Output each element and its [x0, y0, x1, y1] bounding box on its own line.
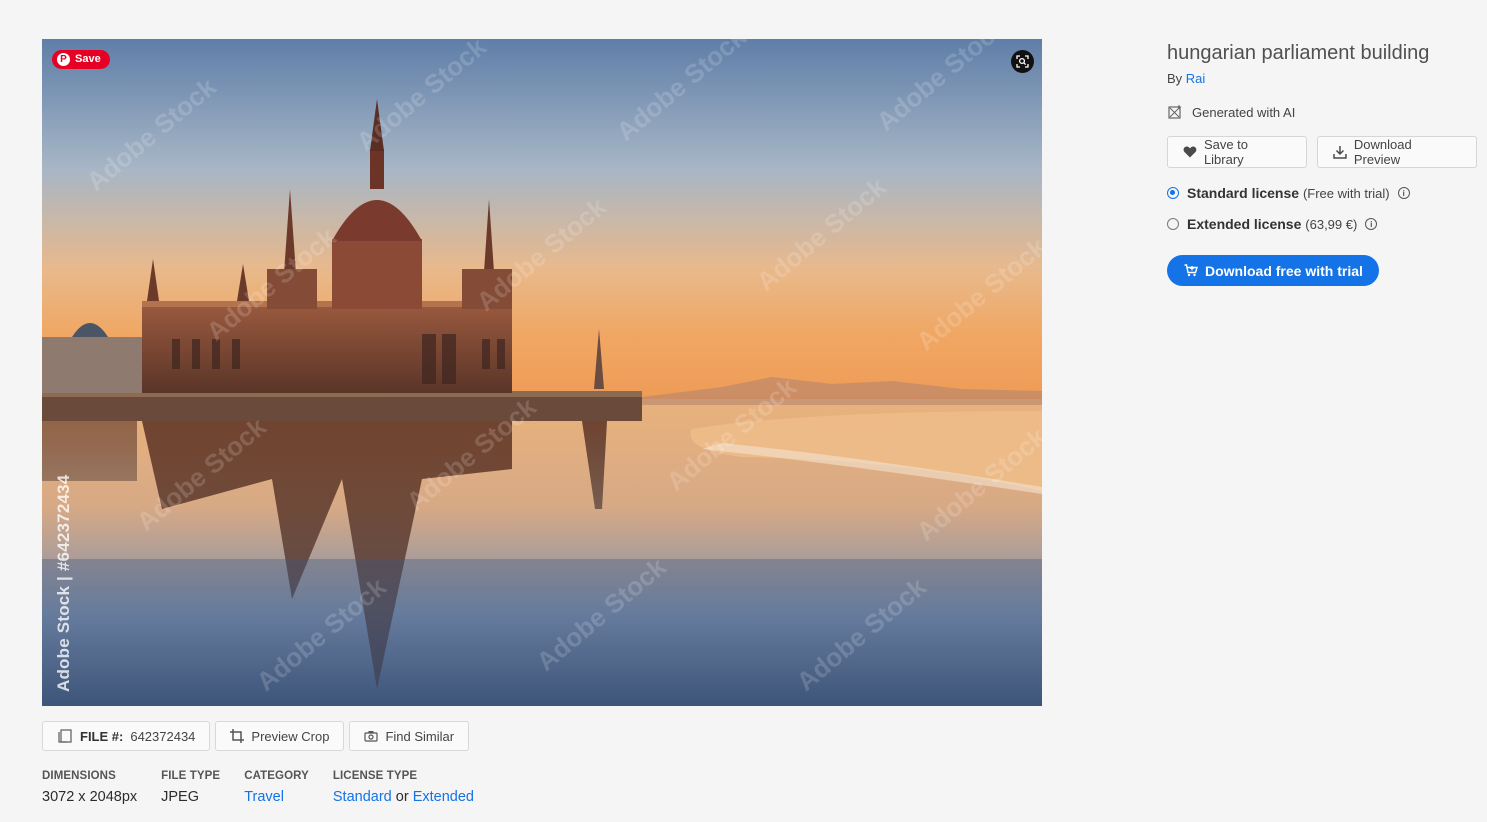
- category-label: CATEGORY: [244, 770, 309, 782]
- standard-license-link[interactable]: Standard: [333, 789, 392, 805]
- info-icon[interactable]: i: [1365, 218, 1378, 230]
- license-type-label: LICENSE TYPE: [332, 770, 418, 782]
- standard-license-note: (Free with trial): [1302, 186, 1390, 201]
- generated-with-ai-badge: Generated with AI: [1167, 104, 1477, 120]
- info-icon[interactable]: i: [1397, 187, 1410, 199]
- standard-license-name: Standard license: [1187, 185, 1300, 201]
- extended-license-radio[interactable]: [1167, 218, 1179, 230]
- find-similar-label: Find Similar: [385, 728, 455, 744]
- category-link[interactable]: Travel: [244, 789, 284, 805]
- preview-crop-label: Preview Crop: [251, 728, 330, 744]
- standard-license-option[interactable]: Standard license (Free with trial) i: [1167, 185, 1477, 201]
- asset-toolbar: FILE #: 642372434 Preview Crop Find Simi…: [42, 721, 470, 751]
- preview-crop-button[interactable]: Preview Crop: [215, 721, 345, 751]
- extended-license-name: Extended license: [1187, 216, 1302, 232]
- file-type-label: FILE TYPE: [161, 770, 221, 782]
- download-free-trial-button[interactable]: Download free with trial: [1167, 255, 1379, 286]
- find-similar-button[interactable]: Find Similar: [349, 721, 470, 751]
- save-to-library-button[interactable]: Save to Library: [1167, 136, 1307, 168]
- author-link[interactable]: Rai: [1186, 71, 1206, 86]
- extended-license-option[interactable]: Extended license (63,99 €) i: [1167, 216, 1477, 232]
- copy-icon: [58, 729, 72, 743]
- pinterest-save-label: Save: [75, 53, 101, 65]
- asset-details: DIMENSIONS 3072 x 2048px FILE TYPE JPEG …: [42, 770, 498, 805]
- ai-sparkle-icon: [1168, 104, 1182, 119]
- save-to-library-label: Save to Library: [1203, 137, 1249, 167]
- parliament-sunset-illustration: [42, 39, 1042, 706]
- pinterest-icon: P: [57, 53, 70, 66]
- download-free-trial-label: Download free with trial: [1205, 262, 1363, 279]
- stock-preview-image[interactable]: Adobe Stock Adobe Stock Adobe Stock Adob…: [42, 39, 1042, 706]
- cart-icon: [1184, 264, 1198, 277]
- dimensions-label: DIMENSIONS: [42, 770, 116, 782]
- pinterest-save-button[interactable]: P Save: [52, 50, 110, 69]
- author-line: By Rai: [1167, 71, 1477, 86]
- file-type-detail: FILE TYPE JPEG: [161, 770, 220, 805]
- dimensions-value: 3072 x 2048px: [42, 789, 138, 805]
- download-icon: [1333, 146, 1347, 159]
- heart-icon: [1183, 146, 1197, 158]
- asset-info-panel: hungarian parliament building By Rai Gen…: [1167, 42, 1477, 286]
- visual-search-icon: [1016, 55, 1029, 68]
- visual-search-button[interactable]: [1011, 50, 1034, 73]
- file-number-button[interactable]: FILE #: 642372434: [42, 721, 211, 751]
- license-type-detail: LICENSE TYPE Standard or Extended: [333, 770, 474, 805]
- panel-actions: Save to Library Download Preview: [1167, 136, 1477, 168]
- license-options: Standard license (Free with trial) i Ext…: [1167, 185, 1477, 232]
- file-number-value: 642372434: [130, 728, 196, 744]
- crop-icon: [230, 729, 245, 743]
- dimensions-detail: DIMENSIONS 3072 x 2048px: [42, 770, 137, 805]
- stock-id-watermark: Adobe Stock | #642372434: [54, 474, 73, 692]
- download-preview-button[interactable]: Download Preview: [1316, 136, 1477, 168]
- asset-title: hungarian parliament building: [1167, 42, 1430, 64]
- category-detail: CATEGORY Travel: [244, 770, 309, 805]
- by-prefix: By: [1167, 71, 1183, 86]
- extended-license-link[interactable]: Extended: [413, 789, 474, 805]
- standard-license-radio[interactable]: [1167, 187, 1179, 199]
- license-or-text: or: [395, 789, 409, 805]
- camera-icon: [364, 731, 379, 742]
- download-preview-label: Download Preview: [1353, 137, 1412, 167]
- file-type-value: JPEG: [161, 789, 200, 805]
- file-number-label: FILE #:: [80, 728, 124, 744]
- ai-label: Generated with AI: [1192, 104, 1296, 120]
- extended-license-note: (63,99 €): [1305, 217, 1358, 232]
